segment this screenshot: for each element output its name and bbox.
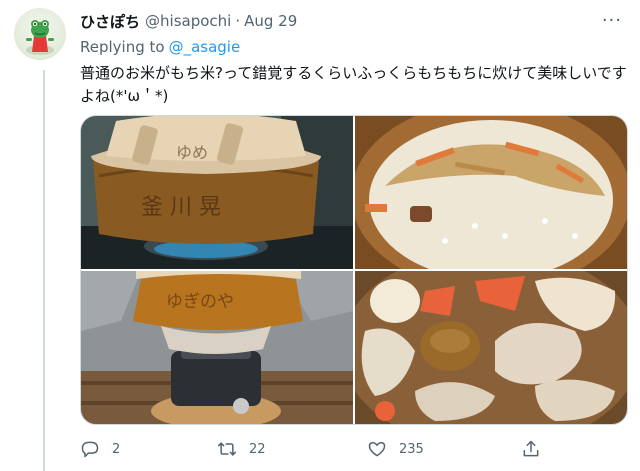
lid-engraving: ゆめ	[176, 143, 208, 162]
pot-label-engraving: ゆぎのや	[166, 292, 234, 312]
separator-dot: ·	[235, 12, 241, 30]
like-icon	[367, 439, 387, 459]
retweet-button[interactable]: 22	[217, 437, 266, 461]
photo-pot-lid[interactable]: 釜 川 晃 ゆめ	[81, 116, 353, 269]
photo-pot-stove[interactable]: ゆぎのや	[81, 271, 353, 424]
like-button[interactable]: 235	[367, 437, 424, 461]
replying-mention-link[interactable]: @_asagie	[169, 38, 241, 56]
share-icon	[521, 439, 541, 459]
display-name[interactable]: ひさぽち	[80, 11, 140, 32]
avatar[interactable]	[14, 8, 66, 60]
tweet-header: ひさぽち @hisapochi · Aug 29 ···	[80, 10, 626, 32]
share-button[interactable]	[521, 437, 541, 461]
photo-cooked-rice[interactable]	[355, 116, 627, 269]
photo-stew[interactable]	[355, 271, 627, 424]
replying-prefix: Replying to	[80, 38, 165, 56]
media-grid: 釜 川 晃 ゆめ ゆぎのや	[80, 115, 628, 425]
like-count: 235	[399, 441, 424, 457]
retweet-count: 22	[249, 441, 266, 457]
retweet-icon	[217, 439, 237, 459]
frog-avatar	[26, 20, 54, 55]
user-handle[interactable]: @hisapochi	[145, 12, 231, 30]
tweet-date[interactable]: Aug 29	[244, 12, 297, 30]
reply-icon	[80, 439, 100, 459]
reply-button[interactable]: 2	[80, 437, 120, 461]
reply-count: 2	[112, 441, 121, 457]
tweet-actions: 2 22 235	[80, 437, 628, 461]
thread-line	[43, 70, 45, 471]
tweet-text: 普通のお米がもち米?って錯覚するくらいふっくらもちもちに炊けて美味しいですよね(…	[80, 64, 627, 105]
more-icon[interactable]: ···	[602, 10, 622, 31]
pot-engraving: 釜 川 晃	[141, 195, 221, 220]
replying-to: Replying to @_asagie	[80, 38, 240, 56]
